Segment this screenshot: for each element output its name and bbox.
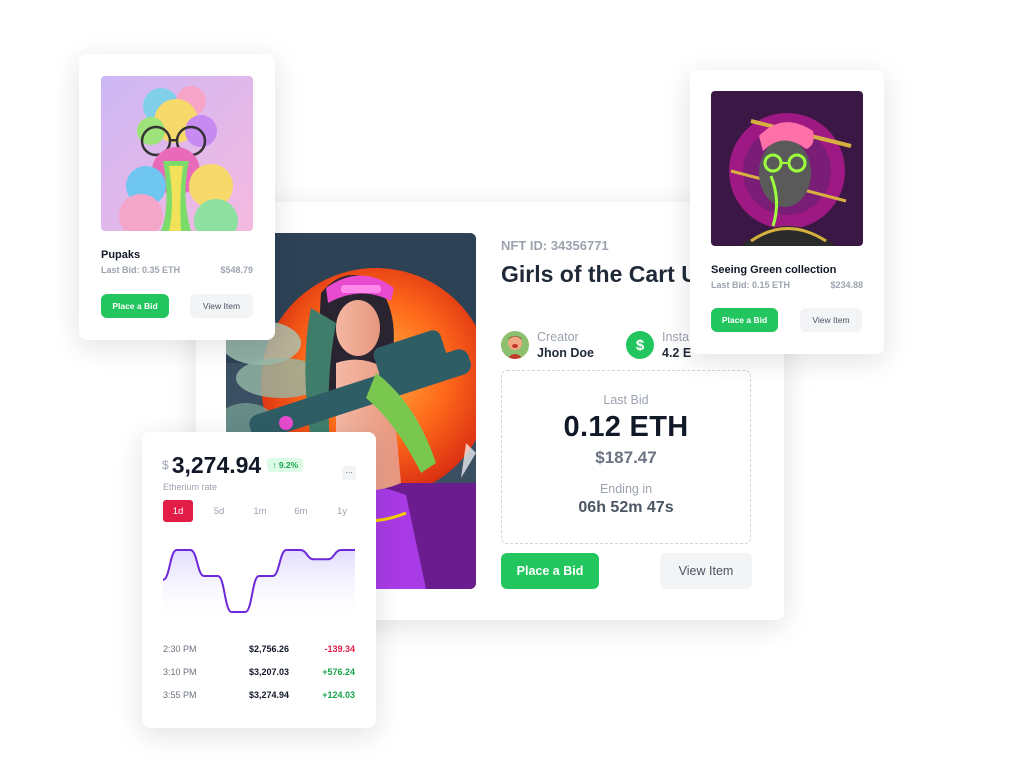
creator-avatar — [501, 331, 529, 359]
ending-time: 06h 52m 47s — [578, 499, 674, 516]
rate-header: $ 3,274.94 ↑ 9.2% — [162, 452, 304, 479]
pupaks-view-item-button[interactable]: View Item — [190, 294, 253, 318]
nft-id: NFT ID: 34356771 — [501, 238, 609, 253]
rate-row: 3:55 PM $3,274.94 +124.03 — [163, 690, 355, 700]
pupaks-nft-card: Pupaks Last Bid: 0.35 ETH $548.79 Place … — [79, 54, 275, 340]
seeing-green-name: Seeing Green collection — [711, 264, 837, 276]
rate-row: 2:30 PM $2,756.26 -139.34 — [163, 644, 355, 654]
rate-row-delta: +576.24 — [322, 667, 355, 677]
bid-info-box: Last Bid 0.12 ETH $187.47 Ending in 06h … — [501, 370, 751, 544]
rate-row-value: $2,756.26 — [249, 644, 290, 654]
seeing-green-last-bid: Last Bid: 0.15 ETH — [711, 280, 791, 290]
rate-change-badge: ↑ 9.2% — [267, 458, 304, 472]
rate-row-delta: +124.03 — [322, 690, 355, 700]
instant-price-info: $ Insta 4.2 E — [626, 330, 691, 360]
pupaks-name: Pupaks — [101, 249, 141, 261]
more-options-button[interactable]: ... — [342, 466, 356, 480]
pupaks-price: $548.79 — [220, 265, 253, 275]
seeing-green-view-item-button[interactable]: View Item — [800, 308, 862, 332]
tab-1m[interactable]: 1m — [245, 500, 275, 522]
rate-value: 3,274.94 — [171, 452, 262, 478]
creator-label: Creator — [537, 330, 579, 344]
rate-row-time: 3:55 PM — [163, 690, 197, 700]
rate-row: 3:10 PM $3,207.03 +576.24 — [163, 667, 355, 677]
rate-line-chart — [163, 549, 355, 624]
rate-currency: $ — [162, 458, 169, 472]
instant-price-value: 4.2 E — [662, 346, 692, 360]
last-bid-usd: $187.47 — [595, 448, 657, 467]
rate-row-time: 2:30 PM — [163, 644, 197, 654]
seeing-green-place-bid-button[interactable]: Place a Bid — [711, 308, 778, 332]
timeframe-tabs: 1d 5d 1m 6m 1y — [163, 500, 368, 522]
etherium-rate-card: $ 3,274.94 ↑ 9.2% ... Etherium rate 1d 5… — [142, 432, 376, 728]
creator-name: Jhon Doe — [537, 346, 594, 360]
tab-6m[interactable]: 6m — [286, 500, 316, 522]
instant-price-label: Insta — [662, 330, 690, 344]
creator-info[interactable]: Creator Jhon Doe — [501, 330, 594, 360]
rate-area — [163, 550, 355, 624]
tab-5d[interactable]: 5d — [204, 500, 234, 522]
pupaks-image — [101, 76, 253, 231]
place-bid-button[interactable]: Place a Bid — [501, 553, 599, 589]
seeing-green-image — [711, 91, 863, 246]
ending-label: Ending in — [599, 482, 653, 496]
view-item-button[interactable]: View Item — [660, 553, 752, 589]
seeing-green-nft-card: Seeing Green collection Last Bid: 0.15 E… — [690, 70, 884, 354]
last-bid-label: Last Bid — [603, 393, 649, 407]
rate-row-time: 3:10 PM — [163, 667, 197, 677]
pupaks-place-bid-button[interactable]: Place a Bid — [101, 294, 169, 318]
seeing-green-price: $234.88 — [830, 280, 863, 290]
rate-row-value: $3,274.94 — [249, 690, 290, 700]
last-bid-eth: 0.12 ETH — [563, 411, 689, 443]
rate-row-delta: -139.34 — [324, 644, 355, 654]
tab-1y[interactable]: 1y — [327, 500, 357, 522]
rate-row-value: $3,207.03 — [249, 667, 290, 677]
dollar-icon: $ — [626, 331, 654, 359]
pupaks-last-bid: Last Bid: 0.35 ETH — [101, 265, 181, 275]
rate-label: Etherium rate — [163, 482, 218, 492]
tab-1d[interactable]: 1d — [163, 500, 193, 522]
